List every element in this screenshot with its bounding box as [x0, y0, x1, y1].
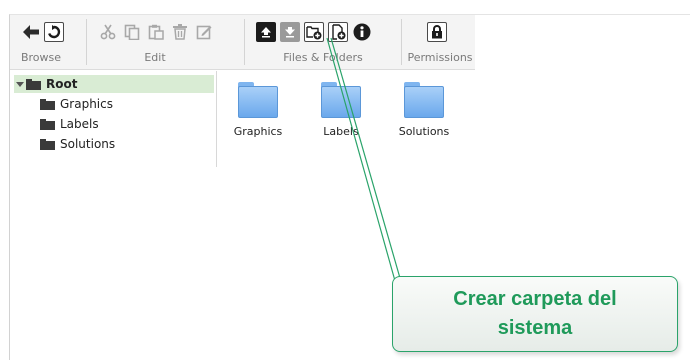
callout-text: Crear carpeta del sistema	[453, 288, 617, 339]
annotation-callout: Crear carpeta del sistema	[392, 276, 678, 352]
